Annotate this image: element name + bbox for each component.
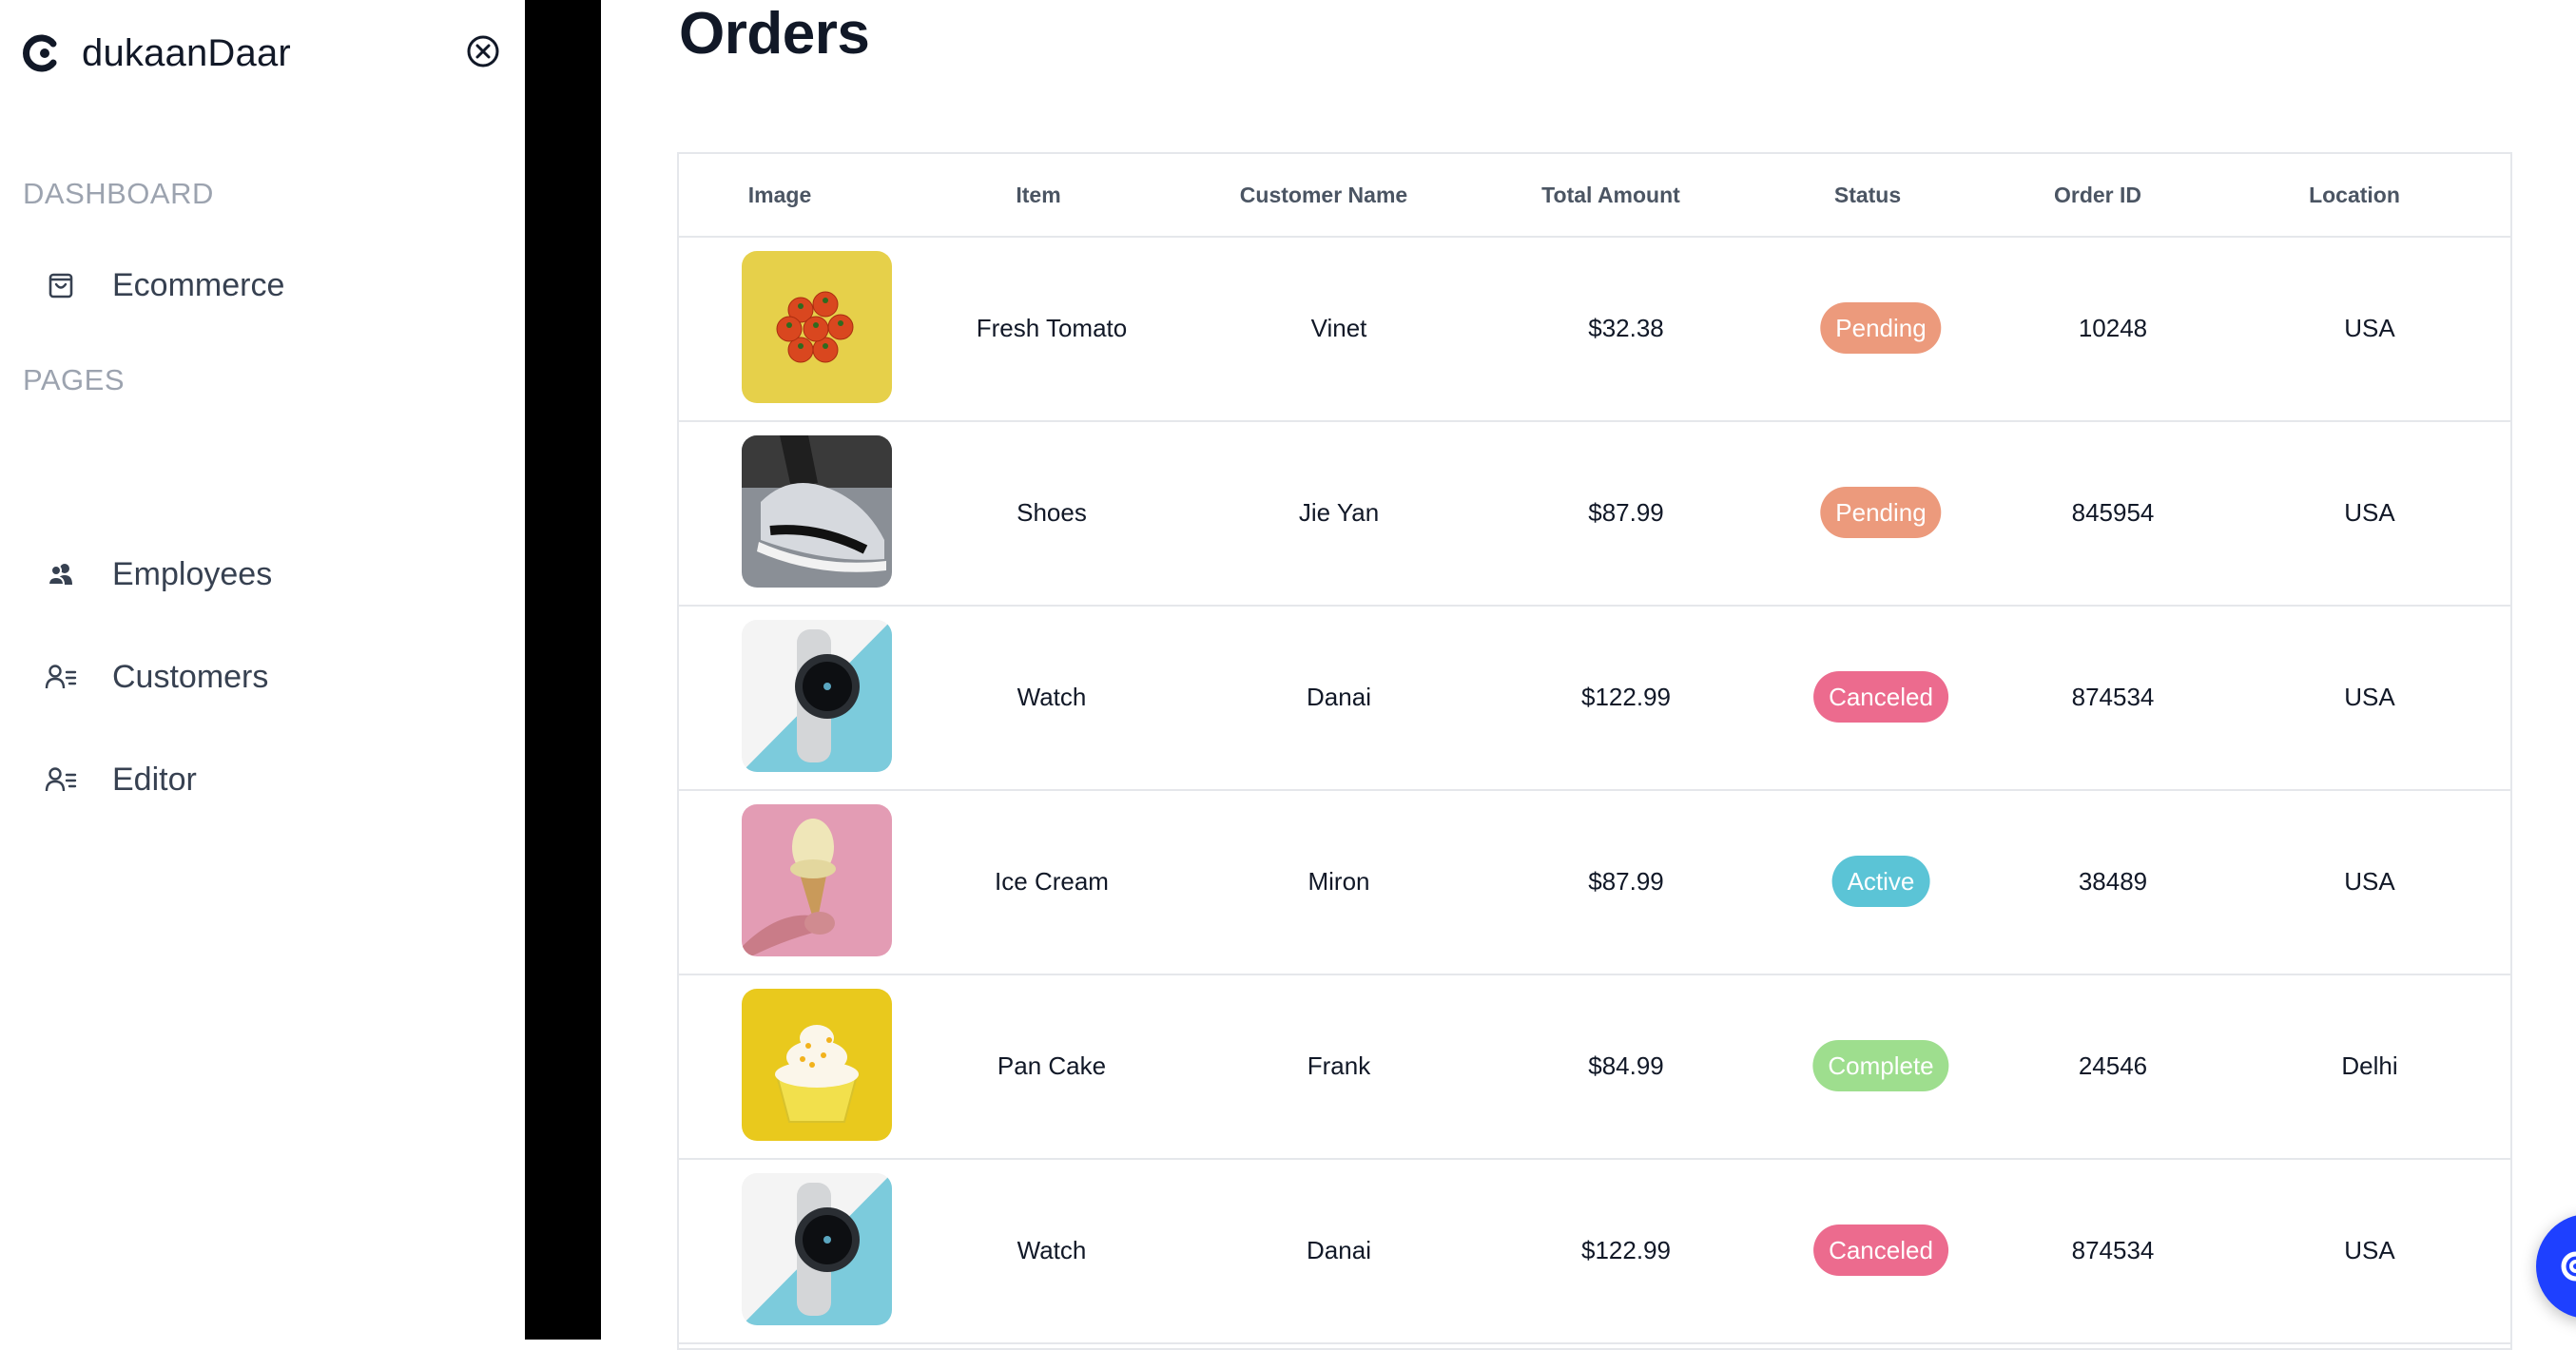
customer-cell: Danai [1307, 683, 1371, 711]
divider-band [525, 0, 601, 1340]
table-row[interactable]: Watch Danai $122.99 Canceled 874534 USA [679, 605, 2510, 791]
customer-cell: Danai [1307, 1236, 1371, 1264]
customer-cell: Frank [1307, 1051, 1371, 1080]
order-id-cell: 845954 [2071, 498, 2155, 527]
column-header-image[interactable]: Image [748, 154, 811, 236]
column-header-order-id[interactable]: Order ID [2054, 154, 2141, 236]
brand[interactable]: dukaanDaar [21, 27, 291, 80]
sidebar-item-editor[interactable]: Editor [42, 749, 498, 810]
order-id-cell: 10248 [2078, 314, 2148, 342]
table-row[interactable]: Watch Danai $122.99 Canceled 874534 USA [679, 1158, 2510, 1344]
customer-cell: Jie Yan [1298, 498, 1380, 527]
status-badge: Active [1831, 856, 1930, 907]
tomato-image [742, 251, 892, 403]
customer-cell: Miron [1307, 867, 1370, 896]
user-list-icon [42, 658, 80, 696]
location-cell: USA [2344, 1236, 2395, 1264]
user-list-icon [42, 761, 80, 799]
amount-cell: $32.38 [1588, 314, 1664, 342]
orders-table: Image Item Customer Name Total Amount St… [677, 152, 2512, 1350]
item-cell: Fresh Tomato [976, 314, 1128, 342]
sidebar-item-employees[interactable]: Employees [42, 544, 498, 605]
item-cell: Pan Cake [997, 1051, 1107, 1080]
column-header-amount[interactable]: Total Amount [1541, 154, 1680, 236]
watch-image [742, 1173, 892, 1325]
table-header: Image Item Customer Name Total Amount St… [679, 154, 2510, 238]
location-cell: USA [2344, 867, 2395, 896]
page-title: Orders [679, 1, 870, 67]
section-title-dashboard: DASHBOARD [23, 177, 214, 210]
gear-icon [2561, 1251, 2576, 1282]
status-badge: Canceled [1813, 671, 1948, 723]
item-cell: Watch [1017, 1236, 1087, 1264]
location-cell: USA [2344, 498, 2395, 527]
sidebar-item-customers[interactable]: Customers [42, 646, 498, 707]
item-cell: Shoes [1017, 498, 1087, 527]
table-row[interactable]: Shoes Jie Yan $87.99 Pending 845954 USA [679, 420, 2510, 607]
column-header-customer[interactable]: Customer Name [1240, 154, 1407, 236]
sidebar: dukaanDaar DASHBOARD Ecommerce PAGES Emp… [0, 0, 525, 1340]
main-content: Orders Image Item Customer Name Total Am… [601, 0, 2576, 1350]
amount-cell: $122.99 [1581, 683, 1671, 711]
location-cell: Delhi [2341, 1051, 2398, 1080]
customer-cell: Vinet [1310, 314, 1367, 342]
sidebar-item-label: Ecommerce [112, 266, 285, 303]
brand-name: dukaanDaar [82, 31, 291, 74]
amount-cell: $122.99 [1581, 1236, 1671, 1264]
status-badge: Pending [1820, 302, 1942, 354]
order-id-cell: 38489 [2078, 867, 2148, 896]
table-row[interactable]: Pan Cake Frank $84.99 Complete 24546 Del… [679, 974, 2510, 1160]
order-id-cell: 874534 [2071, 683, 2155, 711]
location-cell: USA [2344, 683, 2395, 711]
sidebar-item-label: Customers [112, 658, 269, 695]
table-row[interactable]: Ice Cream Miron $87.99 Active 38489 USA [679, 789, 2510, 975]
sidebar-item-label: Editor [112, 761, 197, 798]
order-id-cell: 874534 [2071, 1236, 2155, 1264]
column-header-item[interactable]: Item [1016, 154, 1060, 236]
amount-cell: $87.99 [1588, 498, 1664, 527]
cupcake-image [742, 989, 892, 1141]
ice-cream-image [742, 804, 892, 956]
users-icon [42, 555, 80, 593]
close-sidebar-icon[interactable] [464, 32, 502, 70]
brand-logo-icon [23, 34, 57, 72]
shoes-image [742, 435, 892, 588]
status-badge: Canceled [1813, 1225, 1948, 1276]
sidebar-item-label: Employees [112, 555, 273, 592]
shopping-bag-icon [42, 266, 80, 304]
section-title-pages: PAGES [23, 363, 126, 396]
status-badge: Pending [1820, 487, 1942, 538]
location-cell: USA [2344, 314, 2395, 342]
order-id-cell: 24546 [2078, 1051, 2148, 1080]
table-row[interactable]: Fresh Tomato Vinet $32.38 Pending 10248 … [679, 236, 2510, 422]
column-header-status[interactable]: Status [1834, 154, 1901, 236]
amount-cell: $84.99 [1588, 1051, 1664, 1080]
amount-cell: $87.99 [1588, 867, 1664, 896]
item-cell: Watch [1017, 683, 1087, 711]
status-badge: Complete [1812, 1040, 1949, 1091]
column-header-location[interactable]: Location [2309, 154, 2400, 236]
item-cell: Ice Cream [995, 867, 1109, 896]
sidebar-item-ecommerce[interactable]: Ecommerce [42, 255, 498, 316]
watch-image [742, 620, 892, 772]
